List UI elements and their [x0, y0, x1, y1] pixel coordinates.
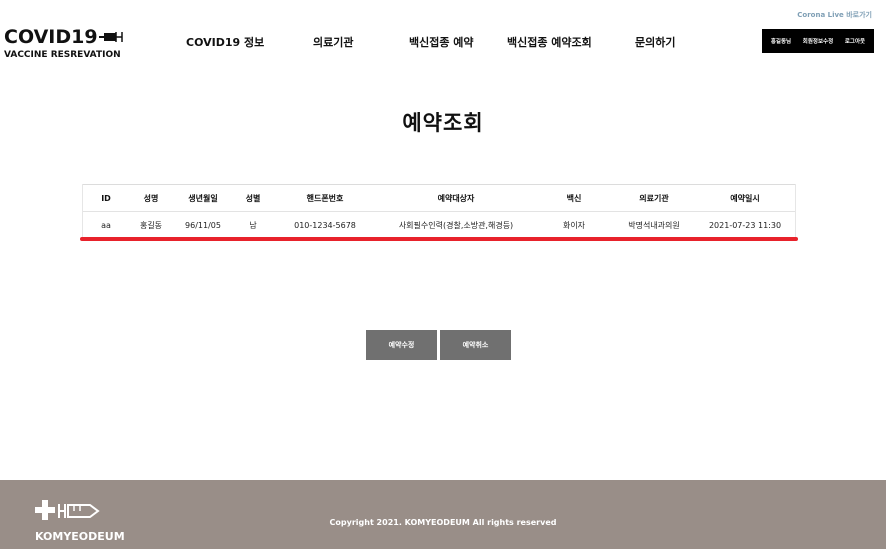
col-header-id: ID	[82, 184, 130, 212]
corona-live-link[interactable]: Corona Live 바로가기	[797, 10, 872, 20]
user-name-link[interactable]: 홍길동님	[771, 37, 791, 45]
nav-inquiry[interactable]: 문의하기	[635, 34, 675, 50]
edit-profile-link[interactable]: 회원정보수정	[803, 37, 833, 45]
col-header-name: 성명	[130, 184, 172, 212]
cell-hospital: 박명석내과의원	[628, 220, 680, 230]
table-row: aa 홍길동 96/11/05 남 010-1234-5678 사회필수인력(경…	[82, 212, 796, 239]
cell-target-group: 사회필수인력(경찰,소방관,해경등)	[398, 220, 514, 230]
reservation-table: ID 성명 생년월일 성별 핸드폰번호 예약대상자 백신 의료기관 예약일시 a…	[82, 184, 796, 239]
col-header-target-group: 예약대상자	[378, 184, 534, 212]
col-header-hospital: 의료기관	[614, 184, 694, 212]
user-menu: 홍길동님 회원정보수정 로그아웃	[762, 29, 874, 53]
cell-vaccine: 화이자	[562, 220, 586, 230]
logo[interactable]: COVID19 VACCINE RESREVATION	[4, 27, 125, 60]
logo-title: COVID19	[4, 26, 98, 48]
nav-covid-info[interactable]: COVID19 정보	[186, 34, 264, 50]
cell-id: aa	[101, 220, 111, 230]
cell-name: 홍길동	[139, 220, 163, 230]
cell-gender: 남	[249, 220, 257, 230]
footer: KOMYEODEUM Copyright 2021. KOMYEODEUM Al…	[0, 480, 886, 549]
cancel-reservation-button[interactable]: 예약취소	[440, 330, 511, 360]
syringe-icon	[98, 32, 123, 42]
edit-reservation-button[interactable]: 예약수정	[366, 330, 437, 360]
nav-booking-lookup[interactable]: 백신접종 예약조회	[507, 34, 592, 50]
cell-birthdate: 96/11/05	[185, 220, 221, 230]
col-header-datetime: 예약일시	[694, 184, 796, 212]
page: Corona Live 바로가기 COVID19 VACCINE RESREVA…	[0, 0, 886, 549]
page-title: 예약조회	[402, 111, 484, 135]
cell-datetime: 2021-07-23 11:30	[708, 220, 782, 230]
logout-link[interactable]: 로그아웃	[845, 37, 865, 45]
col-header-phone: 핸드폰번호	[272, 184, 378, 212]
nav-hospitals[interactable]: 의료기관	[313, 34, 353, 50]
table-header-row: ID 성명 생년월일 성별 핸드폰번호 예약대상자 백신 의료기관 예약일시	[82, 184, 796, 212]
logo-subtitle: VACCINE RESREVATION	[4, 50, 121, 60]
col-header-gender: 성별	[234, 184, 272, 212]
copyright-text: Copyright 2021. KOMYEODEUM All rights re…	[329, 518, 557, 527]
highlight-underline	[80, 237, 798, 241]
nav-vaccine-booking[interactable]: 백신접종 예약	[409, 34, 474, 50]
col-header-vaccine: 백신	[534, 184, 614, 212]
col-header-birthdate: 생년월일	[172, 184, 234, 212]
footer-logo-text: KOMYEODEUM	[35, 530, 125, 543]
cell-phone: 010-1234-5678	[294, 220, 356, 230]
